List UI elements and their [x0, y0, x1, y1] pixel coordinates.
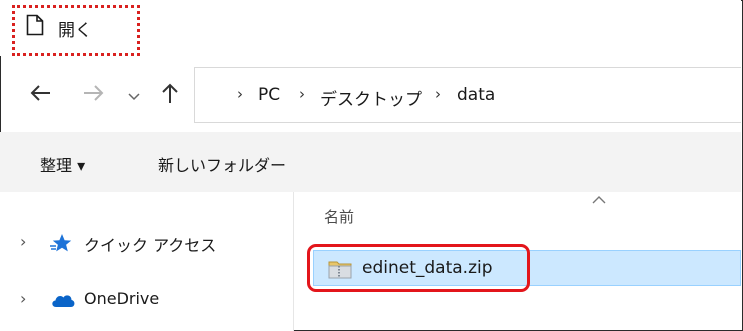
- new-folder-button[interactable]: 新しいフォルダー: [158, 152, 286, 176]
- chevron-right-icon[interactable]: ›: [20, 289, 26, 308]
- arrow-right-icon: [82, 84, 104, 106]
- breadcrumb-separator-icon: ›: [435, 85, 441, 103]
- title-highlight-annotation: [12, 5, 140, 56]
- recent-locations-button[interactable]: [124, 78, 144, 112]
- file-highlight-annotation: [307, 244, 530, 292]
- address-bar[interactable]: › PC › デスクトップ › data: [194, 67, 741, 123]
- arrow-up-icon: [161, 82, 179, 108]
- command-bar: 整理 ▾ 新しいフォルダー: [0, 132, 741, 192]
- column-header-name[interactable]: 名前: [324, 206, 354, 227]
- breadcrumb-item-data[interactable]: data: [457, 85, 495, 105]
- forward-button[interactable]: [80, 78, 106, 112]
- sidebar-item-label: クイック アクセス: [84, 236, 217, 255]
- breadcrumb-separator-icon: ›: [237, 85, 243, 103]
- navigation-pane: › クイック アクセス › OneDrive: [0, 192, 294, 331]
- arrow-left-icon: [30, 84, 52, 106]
- breadcrumb-separator-icon: ›: [299, 85, 305, 103]
- sidebar-item-label: OneDrive: [84, 289, 160, 308]
- breadcrumb-item-desktop[interactable]: デスクトップ: [320, 85, 422, 110]
- up-button[interactable]: [158, 78, 182, 112]
- sidebar-item-onedrive[interactable]: › OneDrive: [0, 285, 293, 315]
- sidebar-item-quick-access[interactable]: › クイック アクセス: [0, 228, 293, 258]
- sort-ascending-icon: [592, 192, 606, 208]
- organize-button[interactable]: 整理 ▾: [40, 152, 85, 176]
- back-button[interactable]: [28, 78, 54, 112]
- chevron-right-icon[interactable]: ›: [20, 232, 26, 251]
- chevron-down-icon: [128, 86, 140, 105]
- star-icon: [50, 233, 74, 253]
- cloud-icon: [50, 290, 75, 310]
- breadcrumb-item-pc[interactable]: PC: [258, 85, 280, 105]
